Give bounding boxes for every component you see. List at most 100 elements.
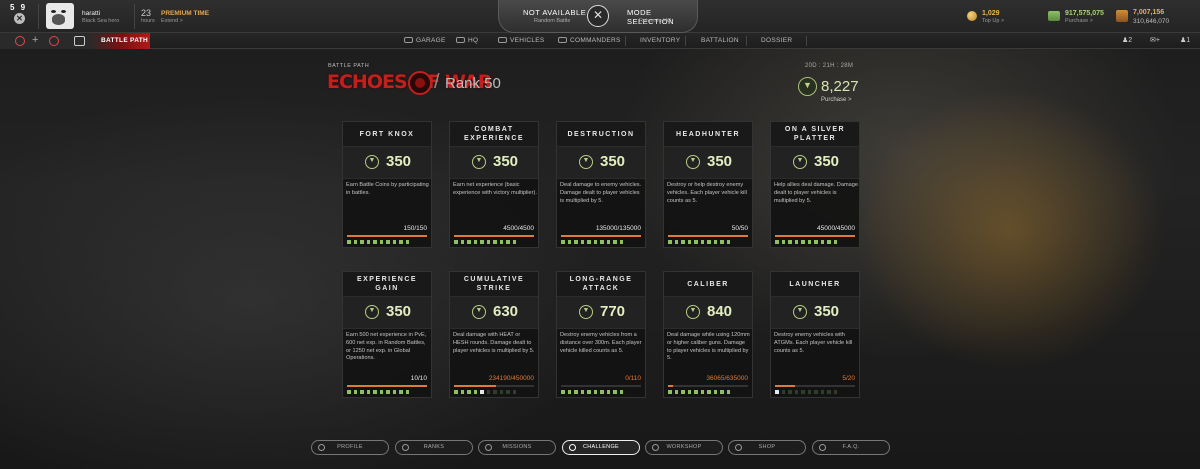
user-title: Black Sea hero [82,18,120,24]
stage-pip [386,390,390,394]
stage-pip [726,240,730,244]
bottom-nav-label: SHOP [758,444,776,450]
gold-balance: 1,029 [982,10,1000,17]
progress-bar-fill [454,385,496,387]
nav-vehicles[interactable]: VEHICLES [498,37,545,44]
close-icon[interactable]: ✕ [14,13,25,24]
challenge-description: Earn Battle Coins by participating in ba… [346,182,429,196]
stage-pip [580,240,584,244]
progress-bar-fill [775,385,795,387]
stage-pip [814,390,818,394]
bottom-nav-workshop[interactable]: WORKSHOP [645,440,723,455]
purchase-credits-link[interactable]: Purchase > [1065,18,1093,24]
return-to-hq-link[interactable]: Return to HQ [639,18,671,24]
bottom-nav-profile[interactable]: PROFILE [311,440,389,455]
bottom-nav-label: MISSIONS [502,444,532,450]
nav-hq[interactable]: HQ [456,37,478,44]
platoon-button[interactable]: ♟1 [1180,36,1190,44]
platoon-count: 1 [1186,37,1191,44]
reward-panel: 350 [771,146,859,179]
stage-pip [593,390,597,394]
bottom-nav-missions[interactable]: MISSIONS [478,440,556,455]
stage-pip [467,390,471,394]
battle-points-icon [793,305,807,319]
challenge-card[interactable]: CALIBER 840 Deal damage while using 120mm … [663,271,753,398]
stage-pip [833,240,837,244]
bottom-nav-shop[interactable]: SHOP [728,440,806,455]
stage-pips [561,390,623,394]
progress-bar [775,385,855,387]
avatar[interactable] [46,3,74,29]
nav-commanders[interactable]: COMMANDERS [558,37,621,44]
challenge-card[interactable]: FORT KNOX 350 Earn Battle Coins by partici… [342,121,432,248]
purchase-points-link[interactable]: Purchase > [821,97,852,103]
stage-pip [681,390,685,394]
friends-button[interactable]: ♟2 [1122,36,1132,44]
stage-pip [587,390,591,394]
nav-garage[interactable]: GARAGE [404,37,446,44]
stage-pip [499,390,503,394]
reward-value: 840 [707,303,733,320]
challenge-card[interactable]: LAUNCHER 350 Destroy enemy vehicles with A… [770,271,860,398]
challenge-description: Deal damage to enemy vehicles. Damage de… [560,182,642,204]
garage-icon [404,37,413,43]
friends-count: 2 [1128,37,1133,44]
progress-text: 50/50 [731,225,748,232]
stage-pip [619,240,623,244]
stage-pip [399,240,403,244]
extend-premium-link[interactable]: Extend > [161,18,183,24]
battle-status-title[interactable]: NOT AVAILABLE [523,8,586,17]
progress-bar [668,385,748,387]
stage-pip [606,390,610,394]
stage-pips [668,240,730,244]
username[interactable]: haratti [82,10,100,17]
stage-pip [460,240,464,244]
plus-icon[interactable]: + [32,34,38,46]
bottom-nav-label: F.A.Q. [842,444,860,450]
nav-dossier[interactable]: DOSSIER [761,37,792,44]
progress-bar-fill [454,235,534,237]
stage-pip [386,240,390,244]
bottom-nav-ranks[interactable]: RANKS [395,440,473,455]
credits-balance: 917,575,075 [1065,10,1104,17]
target-icon[interactable] [49,36,59,46]
chat-button[interactable]: ✉+ [1150,36,1160,44]
nav-hq-label: HQ [468,37,479,44]
challenge-title: FORT KNOX [343,122,431,146]
shop-icon [735,444,742,451]
stage-pip [781,240,785,244]
settings-icon[interactable] [15,36,25,46]
premium-time-label: PREMIUM TIME [161,10,210,17]
progress-text: 4500/4500 [503,225,534,232]
reward-panel: 350 [450,146,538,179]
challenge-title: CUMULATIVE STRIKE [450,272,538,296]
experience-icon [1116,10,1128,22]
top-up-link[interactable]: Top Up > [982,18,1004,24]
crossed-swords-icon[interactable]: ✕ [587,5,609,27]
challenge-card[interactable]: LONG-RANGE ATTACK 770 Destroy enemy vehicl… [556,271,646,398]
nav-battalion[interactable]: BATTALION [701,37,739,44]
ranks-icon [402,444,409,451]
challenge-card[interactable]: COMBAT EXPERIENCE 350 Earn net experience … [449,121,539,248]
stage-pip [827,240,831,244]
challenge-card[interactable]: HEADHUNTER 350 Destroy or help destroy ene… [663,121,753,248]
challenge-title: LAUNCHER [771,272,859,296]
nav-inventory[interactable]: INVENTORY [640,37,680,44]
reward-panel: 350 [557,146,645,179]
bottom-nav-faq[interactable]: F.A.Q. [812,440,890,455]
bottom-nav-challenge[interactable]: CHALLENGE [562,440,640,455]
stage-pip [512,390,516,394]
progress-text: 5/20 [842,375,855,382]
battle-status-sub: Random Battle [534,18,571,24]
challenge-card[interactable]: EXPERIENCE GAIN 350 Earn 500 net experienc… [342,271,432,398]
top-bar: 5 9 ✕ haratti Black Sea hero 23 hours PR… [0,0,1200,33]
stage-pip [807,390,811,394]
stage-pip [399,390,403,394]
challenge-card[interactable]: CUMULATIVE STRIKE 630 Deal damage with HEA… [449,271,539,398]
nav-battle-path[interactable]: BATTLE PATH [101,37,148,44]
challenge-card[interactable]: DESTRUCTION 350 Deal damage to enemy vehic… [556,121,646,248]
challenge-card[interactable]: ON A SILVER PLATTER 350 Help allies deal d… [770,121,860,248]
window-icon[interactable] [74,36,85,46]
stage-pip [493,240,497,244]
challenge-description: Help allies deal damage. Damage dealt to… [774,182,858,204]
